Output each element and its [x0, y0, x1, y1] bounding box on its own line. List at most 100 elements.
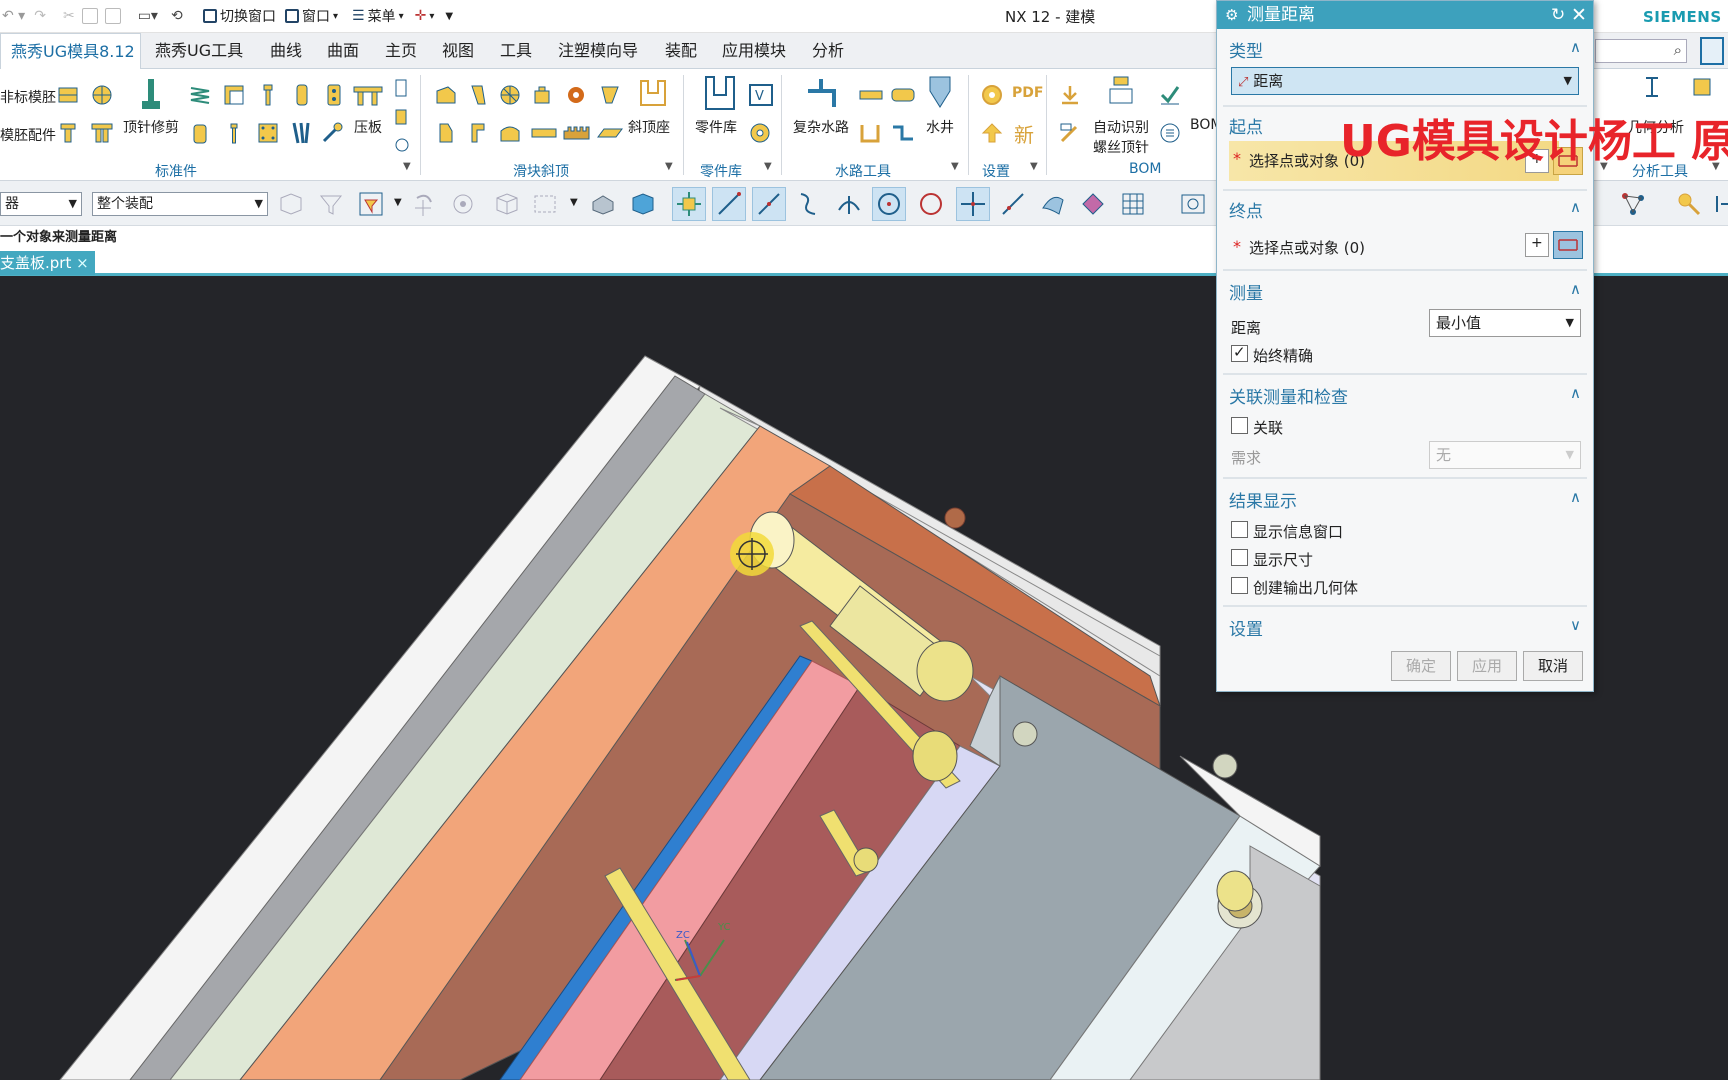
complex-water-button[interactable]: 复杂水路 [793, 117, 849, 137]
type-select[interactable]: ⤢ 距离 ▼ [1231, 67, 1579, 95]
tab-tools[interactable]: 工具 [496, 33, 536, 69]
group-settings-dropdown[interactable]: ▼ [1030, 161, 1038, 172]
gear-icon[interactable] [564, 83, 588, 107]
show-dimensions-checkbox[interactable] [1231, 549, 1248, 566]
t-bushing-icon[interactable] [90, 121, 114, 145]
show-info-window-checkbox[interactable] [1231, 521, 1248, 538]
create-geometry-checkbox[interactable] [1231, 577, 1248, 594]
undo-select-icon[interactable] [406, 187, 440, 221]
group-slider-dropdown[interactable]: ▼ [665, 161, 673, 172]
slider-rail-icon[interactable] [530, 121, 558, 145]
group-part-library-dropdown[interactable]: ▼ [764, 161, 772, 172]
tab-home[interactable]: 主页 [381, 33, 421, 69]
measure-i-icon[interactable] [1640, 75, 1664, 99]
pillar-icon[interactable] [290, 83, 314, 107]
settings-gear-icon[interactable] [980, 83, 1004, 107]
scope-select[interactable]: 整个装配 ▼ [92, 192, 268, 216]
customize-icon[interactable]: ▼ [445, 11, 453, 22]
end-select-prompt[interactable]: 选择点或对象 (0) [1249, 237, 1365, 258]
apply-button[interactable]: 应用 [1457, 651, 1517, 681]
close-tab-icon[interactable]: × [76, 254, 89, 272]
snap-midpoint-icon[interactable] [752, 187, 786, 221]
results-section-header[interactable]: 结果显示 [1229, 487, 1297, 512]
tab-mold-wizard[interactable]: 注塑模向导 [554, 33, 642, 69]
tab-view[interactable]: 视图 [438, 33, 478, 69]
rails-icon[interactable] [290, 121, 314, 145]
plate-icon[interactable] [596, 121, 624, 145]
window-menu-button[interactable]: 窗口 ▾ [285, 5, 338, 27]
start-section-header[interactable]: 起点 [1229, 113, 1263, 138]
switch-window-button[interactable]: 切换窗口 [203, 5, 276, 27]
guide-pin-icon[interactable] [56, 121, 80, 145]
snap-intersection-icon[interactable] [832, 187, 866, 221]
zoom-window-icon[interactable] [1176, 187, 1210, 221]
dialog-title-bar[interactable]: ⚙ 测量距离 ↻ ✕ [1217, 1, 1593, 29]
box-select-dropdown[interactable]: ▼ [570, 197, 578, 208]
arch-icon[interactable] [498, 121, 522, 145]
wrench-icon[interactable] [320, 121, 344, 145]
always-exact-checkbox[interactable]: ✓ [1231, 343, 1248, 362]
download-icon[interactable] [1058, 83, 1082, 107]
small-tool-2-icon[interactable] [392, 107, 412, 131]
mold-parts-button[interactable]: 模胚配件 [0, 125, 56, 145]
reset-icon[interactable]: ↻ [1551, 1, 1565, 29]
paste-icon[interactable] [104, 8, 121, 24]
solid-icon[interactable] [586, 187, 620, 221]
distance-mode-select[interactable]: 最小值 ▼ [1429, 309, 1581, 337]
arrow-up-icon[interactable] [980, 121, 1004, 145]
nail-icon[interactable] [222, 121, 246, 145]
tab-applications[interactable]: 应用模块 [718, 33, 790, 69]
file-tab[interactable]: 支盖板.prt × [0, 251, 95, 275]
tab-yanxiu-tools[interactable]: 燕秀UG工具 [151, 33, 247, 69]
tab-surface[interactable]: 曲面 [323, 33, 363, 69]
assembly-filter-icon[interactable] [274, 187, 308, 221]
snap-center-icon[interactable] [872, 187, 906, 221]
circle-quad-icon[interactable] [90, 83, 114, 107]
lifter-icon[interactable] [466, 83, 490, 107]
select-filter-dropdown[interactable]: ▼ [394, 197, 402, 208]
v-block-icon[interactable]: V [748, 83, 774, 107]
assoc-collapse-icon[interactable]: ∧ [1570, 384, 1581, 402]
analysis-box-icon[interactable] [1690, 75, 1714, 99]
body-blue-icon[interactable] [626, 187, 660, 221]
list-circle-icon[interactable] [1158, 121, 1182, 145]
lifter-seat-button[interactable]: 斜顶座 [628, 117, 670, 137]
clamp-icon[interactable] [352, 83, 384, 107]
gear-part-icon[interactable] [748, 121, 772, 145]
measure-collapse-icon[interactable]: ∧ [1570, 280, 1581, 298]
screw-icon[interactable] [256, 83, 280, 107]
type-collapse-icon[interactable]: ∧ [1570, 38, 1581, 56]
snap-settings-icon[interactable] [446, 187, 480, 221]
end-section-header[interactable]: 终点 [1229, 197, 1263, 222]
std-mold-button[interactable]: 非标模胚 [0, 87, 56, 107]
undo-icon[interactable]: ↶ ▾ [2, 8, 25, 24]
hook-icon[interactable] [434, 121, 458, 145]
water-well-icon[interactable] [926, 75, 954, 109]
ejector-trim-icon[interactable] [138, 77, 164, 111]
press-plate-button[interactable]: 压板 [354, 117, 382, 137]
lifter-seat-icon[interactable] [638, 77, 668, 109]
results-collapse-icon[interactable]: ∧ [1570, 488, 1581, 506]
snap-endpoint-icon[interactable] [712, 187, 746, 221]
key-icon[interactable] [1672, 187, 1706, 221]
end-point-dialog-icon[interactable]: + [1525, 233, 1549, 257]
group-water-dropdown[interactable]: ▼ [951, 161, 959, 172]
snap-on-surface-icon[interactable] [1036, 187, 1070, 221]
type-filter-select[interactable]: 器 ▼ [0, 192, 82, 216]
cut-icon[interactable]: ✂ [63, 8, 75, 24]
snap-icon[interactable]: ✛ [415, 8, 427, 24]
mold-base-icon[interactable] [56, 83, 80, 107]
command-search-input[interactable]: ⌕ [1595, 39, 1687, 63]
snap-all-icon[interactable] [672, 187, 706, 221]
small-tool-1-icon[interactable] [392, 77, 412, 101]
edit-list-icon[interactable] [1058, 121, 1082, 145]
requirement-select[interactable]: 无 ▼ [1429, 441, 1581, 469]
wedge-icon[interactable] [598, 83, 622, 107]
l-block-icon[interactable] [466, 121, 490, 145]
maximize-button[interactable] [1700, 37, 1724, 65]
orient-icon[interactable]: ⟲ [171, 8, 183, 24]
settings-section-header[interactable]: 设置 [1229, 615, 1263, 640]
auto-identify-icon[interactable] [1108, 75, 1134, 109]
small-tool-3-icon[interactable] [392, 135, 412, 159]
redo-icon[interactable]: ↷ [34, 8, 46, 24]
